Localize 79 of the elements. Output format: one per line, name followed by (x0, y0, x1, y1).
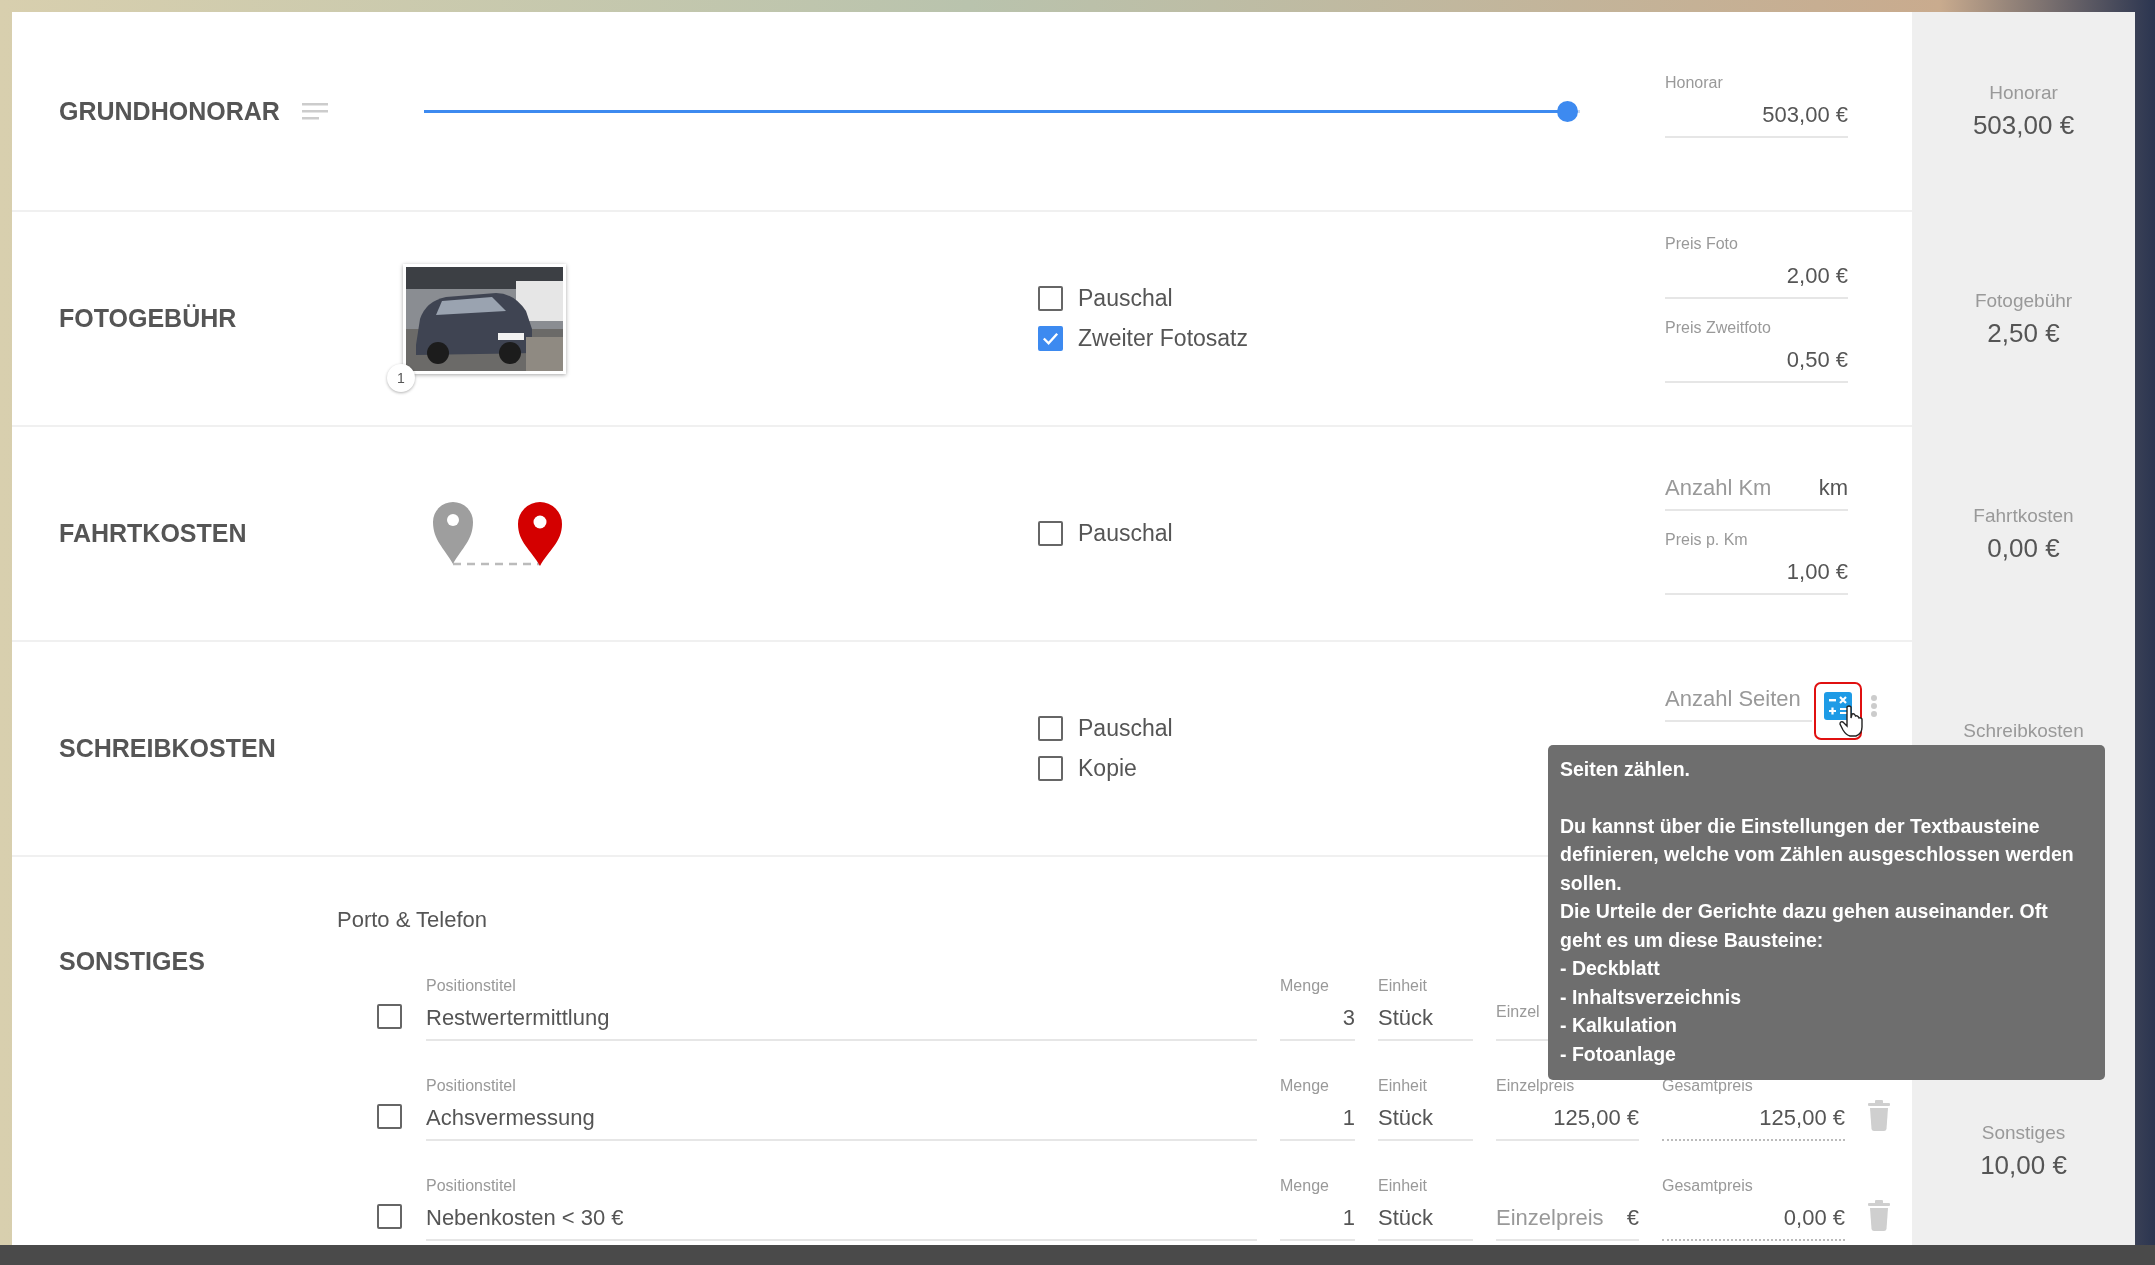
input-field[interactable]: Stück (1378, 1003, 1473, 1041)
input-field[interactable]: 1,00 € (1665, 556, 1848, 595)
field-label: Preis Zweitfoto (1665, 318, 1771, 337)
field-label: Honorar (1665, 74, 1723, 92)
checkbox-label: Zweiter Fotosatz (1078, 325, 1248, 352)
checkbox[interactable] (1038, 286, 1063, 311)
field-label: Positionstitel (426, 977, 516, 995)
input-field[interactable]: 2,00 € (1665, 260, 1848, 299)
field-label: Positionstitel (426, 1077, 516, 1095)
input-field[interactable]: 503,00 € (1665, 100, 1848, 138)
section-title: FOTOGEBÜHR (59, 304, 237, 333)
checkbox[interactable] (1038, 716, 1063, 741)
tooltip-text: Du kannst über die Einstellungen der Textbausteine definieren, welche vom Zählen ausgeschlossen werden sollen. (1560, 813, 2075, 896)
tooltip-list-item: - Inhaltsverzeichnis (1560, 984, 1742, 1010)
checkbox-label: Kopie (1078, 755, 1137, 782)
field-label: Menge (1280, 1077, 1329, 1095)
checkbox-label: Pauschal (1078, 285, 1173, 312)
photo-count-badge: 1 (387, 363, 415, 392)
section-title: GRUNDHONORAR (59, 96, 280, 126)
input-field[interactable]: Stück (1378, 1103, 1473, 1141)
tooltip-list-item: - Kalkulation (1560, 1013, 1678, 1038)
field-label: Gesamtpreis (1662, 1177, 1753, 1195)
field-label: Menge (1280, 1177, 1329, 1195)
input-field[interactable]: 0,50 € (1665, 344, 1848, 383)
tooltip-text: Die Urteile der Gerichte dazu gehen auseinander. Oft geht es um diese Bausteine: (1560, 899, 2049, 953)
field-label: Menge (1280, 977, 1329, 995)
unit-suffix: km (1818, 474, 1848, 501)
checkbox[interactable] (1038, 521, 1063, 546)
field-label: Positionstitel (426, 1177, 516, 1195)
tooltip-list-item: - Deckblatt (1560, 956, 1661, 981)
tooltip-list-item: - Fotoanlage (1560, 1041, 1677, 1067)
unit-suffix: € (1626, 1205, 1639, 1231)
input-field[interactable]: Stück (1378, 1203, 1473, 1241)
field-label: Preis p. Km (1665, 530, 1748, 549)
summary-value: 503,00 € (1972, 110, 2075, 142)
field-placeholder: Anzahl Seiten (1665, 686, 1801, 712)
section-title: FAHRTKOSTEN (59, 519, 247, 548)
summary-label: Fotogebühr (1974, 289, 2073, 312)
field-label: Gesamtpreis (1662, 1077, 1753, 1095)
summary-value: 2,50 € (1987, 317, 2060, 350)
calculator-icon (1824, 692, 1852, 720)
slider-thumb[interactable] (1557, 100, 1579, 122)
input-field[interactable]: Restwertermittlung (426, 1003, 1257, 1041)
input-field[interactable]: Anzahl Km km (1665, 472, 1848, 511)
hand-cursor-icon (1839, 705, 1864, 738)
summary-value: 0,00 € (1987, 532, 2060, 565)
field-placeholder: Anzahl Km (1665, 474, 1772, 501)
summary-value: 10,00 € (1980, 1150, 2067, 1182)
input-field[interactable]: 125,00 € (1662, 1103, 1845, 1141)
field-label: Einheit (1378, 1077, 1427, 1095)
input-field[interactable]: Einzelpreis € (1496, 1203, 1639, 1241)
section-title: SONSTIGES (59, 947, 205, 976)
input-field[interactable]: Nebenkosten < 30 € (426, 1203, 1257, 1241)
summary-label: Schreibkosten (1963, 719, 2084, 742)
section-title: SCHREIBKOSTEN (59, 734, 276, 763)
input-field[interactable]: 1 (1280, 1103, 1355, 1141)
input-field[interactable]: 125,00 € (1496, 1103, 1639, 1141)
field-label: Einheit (1378, 1177, 1427, 1195)
field-placeholder: Einzelpreis (1496, 1205, 1604, 1231)
input-field[interactable]: Achsvermessung (426, 1103, 1257, 1141)
summary-label: Fahrtkosten (1973, 504, 2074, 527)
checkbox[interactable] (377, 1104, 402, 1129)
field-label: Einzel (1496, 1003, 1540, 1021)
input-field[interactable]: 3 (1280, 1003, 1355, 1041)
group-label: Porto & Telefon (337, 907, 488, 933)
checkbox[interactable] (377, 1204, 402, 1229)
field-label: Preis Foto (1665, 234, 1738, 253)
field-label: Einheit (1378, 977, 1427, 995)
checkbox-label: Pauschal (1078, 715, 1173, 742)
checkbox[interactable] (1038, 756, 1063, 781)
field-label: Einzelpreis (1496, 1077, 1575, 1095)
input-field[interactable]: 0,00 € (1662, 1203, 1845, 1241)
input-field[interactable]: 1 (1280, 1203, 1355, 1241)
checkbox[interactable] (377, 1004, 402, 1029)
summary-label: Sonstiges (1981, 1122, 2066, 1144)
summary-label: Honorar (1989, 82, 2058, 104)
tooltip-title: Seiten zählen. (1560, 757, 1692, 782)
checkbox-label: Pauschal (1078, 520, 1173, 547)
checkbox[interactable] (1038, 326, 1063, 351)
